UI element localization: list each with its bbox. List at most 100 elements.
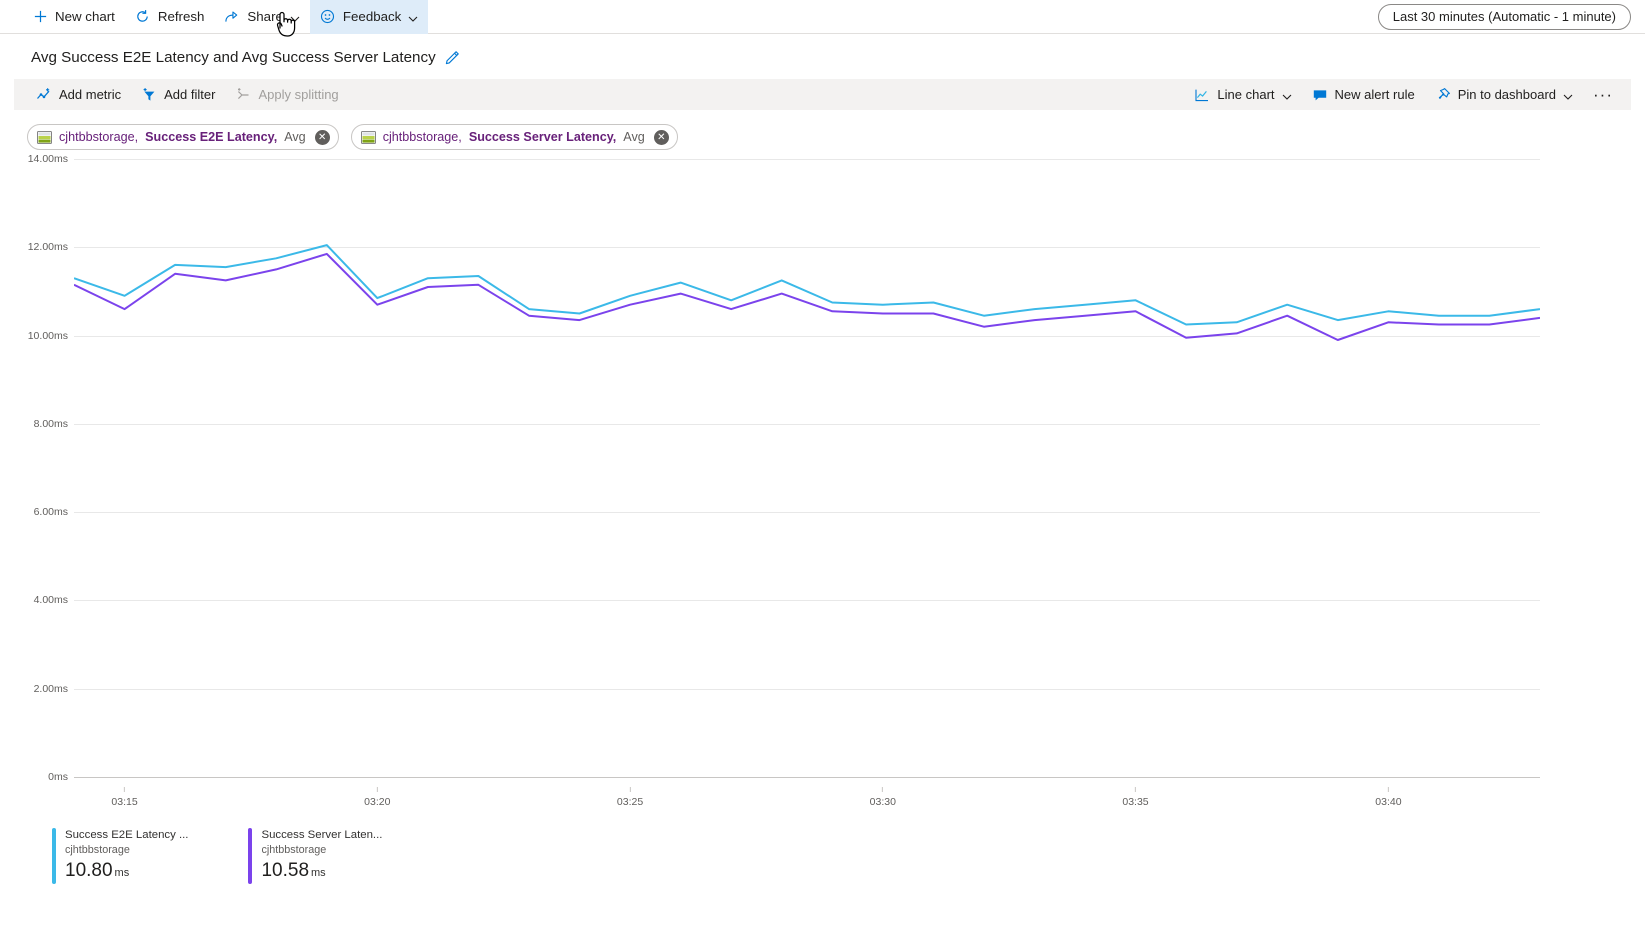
legend-metric-name: Success Server Laten... xyxy=(261,828,382,842)
chart-series-line xyxy=(74,245,1540,324)
add-filter-label: Add filter xyxy=(164,87,215,102)
apply-splitting-icon xyxy=(235,87,251,103)
metric-pill-aggregation: Avg xyxy=(623,130,644,144)
chevron-down-icon xyxy=(1563,90,1573,100)
metric-pill[interactable]: cjhtbbstorage, Success E2E Latency, Avg … xyxy=(27,124,339,150)
legend-value-number: 10.80 xyxy=(65,860,113,881)
refresh-button[interactable]: Refresh xyxy=(125,0,215,34)
chart-type-button[interactable]: Line chart xyxy=(1184,79,1301,110)
chart-x-axis: 03:15 03:20 03:25 03:30 03:35 03:40 xyxy=(74,787,1540,817)
metric-pill-aggregation: Avg xyxy=(284,130,305,144)
add-metric-label: Add metric xyxy=(59,87,121,102)
chevron-down-icon xyxy=(408,12,418,22)
chart-type-label: Line chart xyxy=(1217,87,1274,102)
x-axis-tick-label: 03:20 xyxy=(364,796,390,808)
alert-rule-icon xyxy=(1312,87,1328,103)
y-axis-tick-label: 14.00ms xyxy=(28,153,74,165)
x-axis-tick-mark xyxy=(882,787,883,792)
storage-account-icon xyxy=(37,131,52,144)
new-chart-label: New chart xyxy=(55,9,115,24)
new-chart-button[interactable]: New chart xyxy=(22,0,125,34)
add-filter-button[interactable]: Add filter xyxy=(131,79,225,110)
time-range-label: Last 30 minutes (Automatic - 1 minute) xyxy=(1393,9,1616,24)
more-options-label: ··· xyxy=(1593,86,1613,103)
chart-legend: Success E2E Latency ... cjhtbbstorage 10… xyxy=(0,814,1645,884)
new-alert-rule-button[interactable]: New alert rule xyxy=(1302,79,1425,110)
metric-pill-metric: Success E2E Latency, xyxy=(145,130,277,144)
time-range-picker[interactable]: Last 30 minutes (Automatic - 1 minute) xyxy=(1378,4,1631,30)
top-command-bar: New chart Refresh Share xyxy=(0,0,1645,34)
x-axis-tick-label: 03:35 xyxy=(1122,796,1148,808)
x-axis-tick-mark xyxy=(124,787,125,792)
x-axis-tick: 03:20 xyxy=(364,787,390,808)
chart-plot-area[interactable] xyxy=(74,159,1540,779)
x-axis-tick: 03:35 xyxy=(1122,787,1148,808)
x-axis-tick-label: 03:25 xyxy=(617,796,643,808)
x-axis-tick: 03:30 xyxy=(870,787,896,808)
metrics-chart[interactable]: 0ms 2.00ms 4.00ms 6.00ms 8.00ms 10.00ms 12.00m… xyxy=(0,159,1645,814)
legend-value: 10.58ms xyxy=(261,860,382,884)
chart-title-row: Avg Success E2E Latency and Avg Success … xyxy=(0,34,1645,79)
page-title: Avg Success E2E Latency and Avg Success … xyxy=(31,49,436,66)
pencil-icon[interactable] xyxy=(445,50,460,65)
y-axis-tick-label: 10.00ms xyxy=(28,330,74,342)
legend-color-swatch xyxy=(52,828,56,884)
metric-pill-metric: Success Server Latency, xyxy=(469,130,616,144)
x-axis-tick-mark xyxy=(377,787,378,792)
legend-value-unit: ms xyxy=(115,867,130,879)
x-axis-tick-label: 03:15 xyxy=(111,796,137,808)
share-button[interactable]: Share xyxy=(214,0,309,34)
refresh-icon xyxy=(135,9,151,25)
y-axis-tick-label: 8.00ms xyxy=(34,418,74,430)
y-axis-tick-label: 4.00ms xyxy=(34,594,74,606)
x-axis-tick-mark xyxy=(1135,787,1136,792)
add-filter-icon xyxy=(141,87,157,103)
legend-resource-name: cjhtbbstorage xyxy=(65,843,188,857)
legend-item[interactable]: Success Server Laten... cjhtbbstorage 10… xyxy=(248,828,382,884)
pin-icon xyxy=(1435,87,1451,103)
x-axis-tick: 03:15 xyxy=(111,787,137,808)
x-axis-tick-label: 03:40 xyxy=(1375,796,1401,808)
add-metric-icon xyxy=(36,87,52,103)
close-icon[interactable]: ✕ xyxy=(315,130,330,145)
legend-metric-name: Success E2E Latency ... xyxy=(65,828,188,842)
x-axis-tick-mark xyxy=(1388,787,1389,792)
x-axis-tick-label: 03:30 xyxy=(870,796,896,808)
share-label: Share xyxy=(247,9,282,24)
pin-to-dashboard-button[interactable]: Pin to dashboard xyxy=(1425,79,1583,110)
y-axis-tick-label: 0ms xyxy=(48,771,74,783)
legend-resource-name: cjhtbbstorage xyxy=(261,843,382,857)
plus-icon xyxy=(32,9,48,25)
y-axis-tick-label: 6.00ms xyxy=(34,506,74,518)
new-alert-rule-label: New alert rule xyxy=(1335,87,1415,102)
legend-value-unit: ms xyxy=(311,867,326,879)
legend-color-swatch xyxy=(248,828,252,884)
legend-item[interactable]: Success E2E Latency ... cjhtbbstorage 10… xyxy=(52,828,188,884)
chevron-down-icon xyxy=(290,12,300,22)
pin-to-dashboard-label: Pin to dashboard xyxy=(1458,87,1556,102)
x-axis-tick-mark xyxy=(630,787,631,792)
feedback-smiley-icon xyxy=(320,9,336,25)
metric-pill-resource: cjhtbbstorage, xyxy=(59,130,138,144)
legend-value-number: 10.58 xyxy=(261,860,309,881)
refresh-label: Refresh xyxy=(158,9,205,24)
y-axis-tick-label: 2.00ms xyxy=(34,683,74,695)
apply-splitting-label: Apply splitting xyxy=(258,87,338,102)
feedback-button[interactable]: Feedback xyxy=(310,0,428,34)
apply-splitting-button[interactable]: Apply splitting xyxy=(225,79,348,110)
y-axis-tick-label: 12.00ms xyxy=(28,241,74,253)
chart-command-bar: Add metric Add filter Apply splitting xyxy=(14,79,1631,110)
add-metric-button[interactable]: Add metric xyxy=(26,79,131,110)
legend-value: 10.80ms xyxy=(65,860,188,884)
metric-pill[interactable]: cjhtbbstorage, Success Server Latency, A… xyxy=(351,124,678,150)
share-icon xyxy=(224,9,240,25)
close-icon[interactable]: ✕ xyxy=(654,130,669,145)
x-axis-tick: 03:25 xyxy=(617,787,643,808)
storage-account-icon xyxy=(361,131,376,144)
x-axis-tick: 03:40 xyxy=(1375,787,1401,808)
chart-series-line xyxy=(74,254,1540,340)
more-options-button[interactable]: ··· xyxy=(1583,79,1623,110)
feedback-label: Feedback xyxy=(343,9,401,24)
metric-pill-resource: cjhtbbstorage, xyxy=(383,130,462,144)
line-chart-icon xyxy=(1194,87,1210,103)
